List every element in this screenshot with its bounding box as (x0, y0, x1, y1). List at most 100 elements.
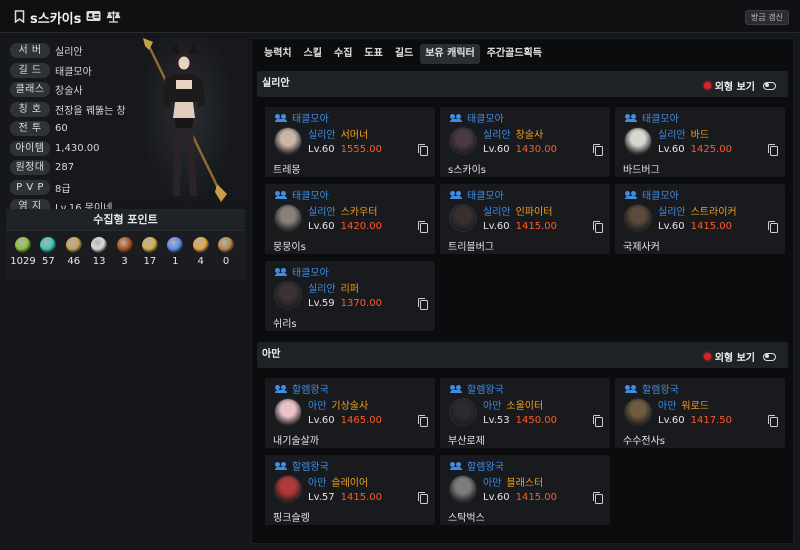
character-class: 인파이터 (515, 207, 553, 218)
character-card[interactable]: 할렘왕국 아만 소울이터 Lv.53 1450.00 부산로제 (440, 378, 610, 448)
guild-label: 할렘왕국 (625, 381, 679, 396)
guild-name: 할렘왕국 (467, 385, 504, 396)
collection-item[interactable]: 1 (164, 237, 186, 267)
toggle-icon[interactable] (763, 81, 776, 90)
tab-6[interactable]: 보유 캐릭터 (420, 44, 480, 64)
copy-icon[interactable] (417, 143, 428, 156)
character-name: 수수전사s (623, 436, 666, 447)
guild-label: 태클모아 (450, 110, 504, 125)
profile-label: 칭 호 (10, 101, 50, 117)
item-level: 1420.00 (340, 221, 382, 232)
copy-icon[interactable] (767, 143, 778, 156)
scale-icon[interactable] (106, 10, 121, 25)
guild-label: 태클모아 (275, 110, 329, 125)
item-level: 1415.00 (690, 221, 732, 232)
character-level: Lv.60 (483, 221, 510, 232)
guild-name: 태클모아 (467, 114, 504, 125)
copy-icon[interactable] (592, 414, 603, 427)
collection-item[interactable]: 17 (139, 237, 161, 267)
collection-item[interactable]: 0 (215, 237, 237, 267)
guild-name: 태클모아 (292, 191, 329, 202)
character-card[interactable]: 태클모아 실리안 스카우터 Lv.60 1420.00 뭉뭉이s (265, 184, 435, 254)
character-class: 창술사 (515, 130, 544, 141)
character-server: 실리안 (658, 207, 686, 218)
server-class: 실리안 인파이터 (483, 203, 552, 218)
collection-panel: 수집형 포인트 1029 57 46 13 3 17 1 4 0 (6, 209, 245, 280)
character-card[interactable]: 태클모아 실리안 바드 Lv.60 1425.00 바드버그 (615, 107, 785, 177)
copy-icon[interactable] (592, 143, 603, 156)
character-server: 실리안 (308, 284, 336, 295)
character-name: 바드버그 (623, 165, 660, 176)
collection-count: 4 (197, 256, 204, 267)
character-server: 아만 (658, 401, 677, 412)
character-card[interactable]: 태클모아 실리안 인파이터 Lv.60 1415.00 트리블버그 (440, 184, 610, 254)
character-card[interactable]: 할렘왕국 아만 기상술사 Lv.60 1465.00 내기술살까 (265, 378, 435, 448)
collection-item[interactable]: 13 (88, 237, 110, 267)
main-panel: 능력치 스킬 수집 도표 길드 보유 캐릭터 주간골드획득 실리안 외형 보기 태클모아 실리안 서… (251, 38, 794, 544)
id-card-icon[interactable] (86, 10, 101, 24)
refresh-button[interactable]: 방금 갱신 (745, 10, 789, 25)
character-server: 실리안 (308, 130, 336, 141)
tab-1[interactable]: 능력치 (259, 44, 297, 64)
character-card[interactable]: 할렘왕국 아만 워로드 Lv.60 1417.50 수수전사s (615, 378, 785, 448)
character-server: 아만 (483, 478, 502, 489)
profile-row: 아이템 1,430.00 (10, 139, 126, 159)
character-class: 워로드 (681, 401, 710, 412)
collection-item[interactable]: 4 (190, 237, 212, 267)
tab-5[interactable]: 길드 (390, 44, 418, 64)
server-class: 아만 소울이터 (483, 397, 543, 412)
tab-3[interactable]: 수집 (329, 44, 357, 64)
toggle-icon[interactable] (763, 352, 776, 361)
collection-count: 3 (121, 256, 128, 267)
tab-7[interactable]: 주간골드획득 (482, 44, 547, 64)
copy-icon[interactable] (417, 220, 428, 233)
character-card[interactable]: 할렘왕국 아만 슬레이어 Lv.57 1415.00 핑크슬렝 (265, 455, 435, 525)
collection-item[interactable]: 57 (37, 237, 59, 267)
item-level: 1370.00 (340, 298, 382, 309)
bookmark-icon[interactable] (14, 9, 25, 25)
server-class: 실리안 서머너 (308, 126, 368, 141)
level-row: Lv.60 1430.00 (483, 144, 557, 155)
copy-icon[interactable] (592, 491, 603, 504)
character-name: s스카이s (448, 165, 487, 176)
server-class: 아만 워로드 (658, 397, 709, 412)
red-dot-icon (703, 353, 711, 360)
copy-icon[interactable] (417, 491, 428, 504)
tab-2[interactable]: 스킬 (299, 44, 327, 64)
orpheus-star-icon (192, 237, 209, 253)
server-class: 실리안 스카우터 (308, 203, 377, 218)
copy-icon[interactable] (417, 414, 428, 427)
collection-item[interactable]: 3 (114, 237, 136, 267)
collection-count: 46 (67, 256, 81, 267)
character-name: 부산로제 (448, 436, 485, 447)
collection-item[interactable]: 1029 (10, 237, 36, 267)
copy-icon[interactable] (592, 220, 603, 233)
guild-name: 할렘왕국 (467, 462, 504, 473)
guild-members-icon (275, 461, 287, 470)
profile-label: 아이템 (10, 140, 50, 156)
tab-4[interactable]: 도표 (359, 44, 387, 64)
appearance-toggle[interactable]: 외형 보기 (703, 78, 776, 93)
profile-row: 클래스 창술사 (10, 80, 126, 100)
copy-icon[interactable] (767, 414, 778, 427)
profile-row: 길 드 태클모아 (10, 61, 126, 81)
server-class: 아만 기상술사 (308, 397, 368, 412)
character-card[interactable]: 태클모아 실리안 리퍼 Lv.59 1370.00 쉬리s (265, 261, 435, 331)
guild-members-icon (450, 190, 462, 199)
character-portrait (143, 38, 231, 204)
copy-icon[interactable] (417, 297, 428, 310)
character-card[interactable]: 태클모아실리안 창술사 Lv.60 1430.00 s스카이s (440, 107, 610, 177)
profile-value: 태클모아 (55, 66, 92, 78)
character-name: 스탁벅스 (448, 513, 485, 524)
character-card[interactable]: 할렘왕국 아만 블래스터 Lv.60 1415.00 스탁벅스 (440, 455, 610, 525)
collection-item[interactable]: 46 (63, 237, 85, 267)
appearance-toggle[interactable]: 외형 보기 (703, 349, 776, 364)
guild-members-icon (275, 190, 287, 199)
top-bar: s스카이s 방금 갱신 (0, 0, 800, 33)
character-name: 쉬리s (273, 319, 297, 330)
character-card[interactable]: 태클모아 실리안 서머너 Lv.60 1555.00 트레몽 (265, 107, 435, 177)
character-class: 바드 (690, 130, 710, 141)
copy-icon[interactable] (767, 220, 778, 233)
character-server: 실리안 (483, 130, 511, 141)
character-card[interactable]: 태클모아 실리안 스트라이커 Lv.60 1415.00 국제사커 (615, 184, 785, 254)
